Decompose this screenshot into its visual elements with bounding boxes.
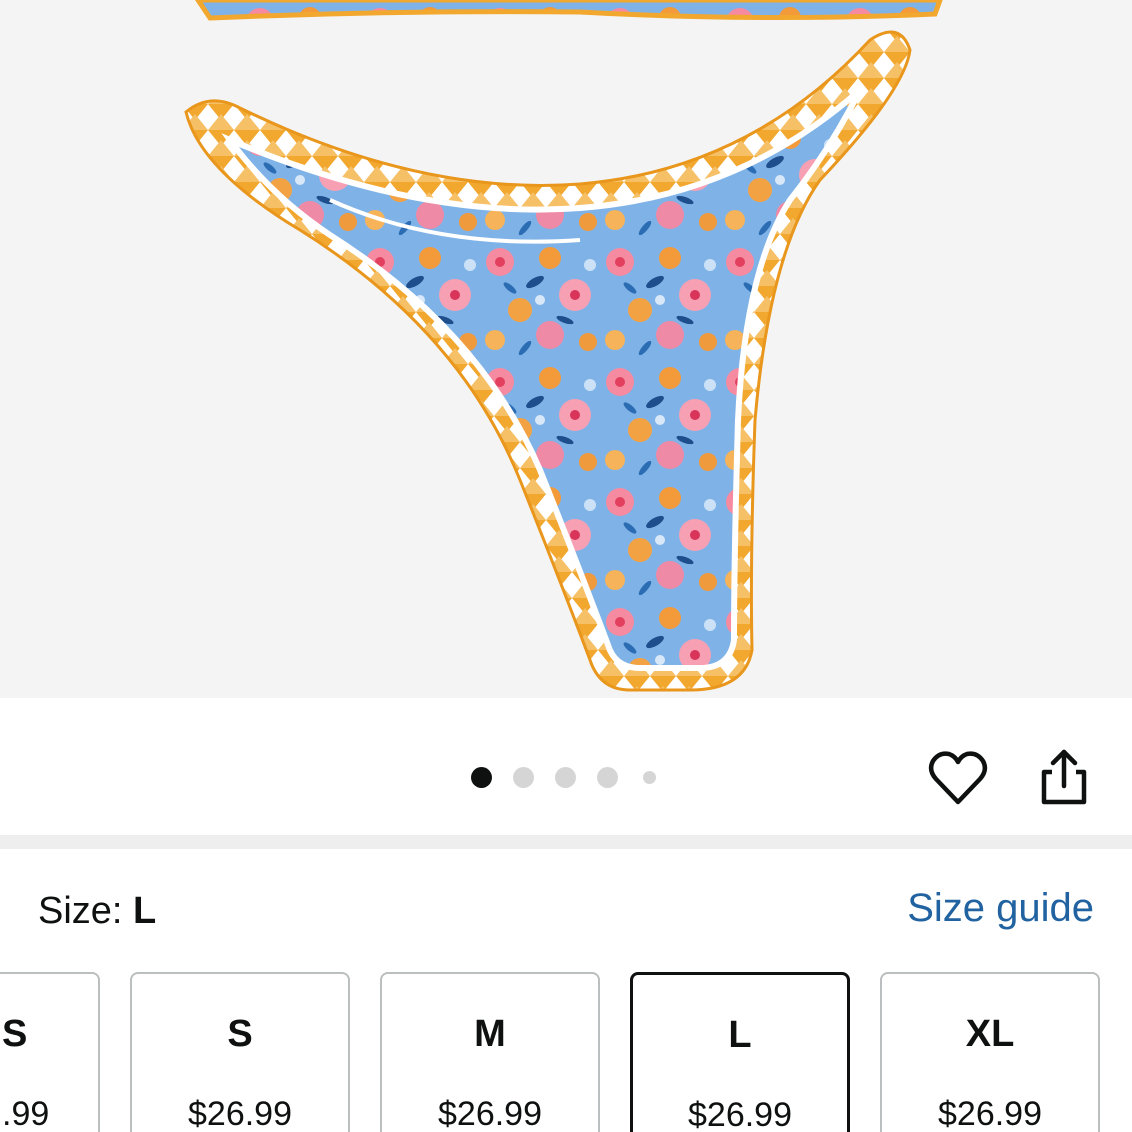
size-guide-link[interactable]: Size guide <box>907 886 1094 930</box>
size-label: Size: L <box>38 889 156 933</box>
size-option-label: M <box>474 1013 506 1055</box>
size-option-price: .99 <box>2 1095 50 1132</box>
bikini-bottom-illustration <box>184 0 943 692</box>
favorite-button[interactable] <box>926 746 990 810</box>
heart-outline-icon <box>928 751 988 805</box>
size-option-label: S <box>227 1013 253 1055</box>
image-actions-bar <box>0 698 1132 835</box>
section-divider <box>0 835 1132 849</box>
share-button[interactable] <box>1032 746 1096 810</box>
size-label-text: Size: <box>38 890 123 932</box>
carousel-dot[interactable] <box>643 771 656 784</box>
size-option-s[interactable]: S $26.99 <box>130 972 350 1132</box>
size-options: S .99 S $26.99 M $26.99 L $26.99 XL $26.… <box>0 970 1132 1132</box>
size-option-xl[interactable]: XL $26.99 <box>880 972 1100 1132</box>
size-option-price: $26.99 <box>438 1095 542 1132</box>
size-option-label: S <box>2 1013 28 1055</box>
size-option-price: $26.99 <box>688 1096 792 1132</box>
size-option-price: $26.99 <box>188 1095 292 1132</box>
carousel-dot[interactable] <box>597 767 618 788</box>
size-option-price: $26.99 <box>938 1095 1042 1132</box>
size-option-l[interactable]: L $26.99 <box>630 972 850 1132</box>
carousel-dot[interactable] <box>513 767 534 788</box>
size-option-label: XL <box>965 1013 1015 1055</box>
size-option-label: L <box>728 1014 752 1056</box>
carousel-dot[interactable] <box>471 767 492 788</box>
size-option-m[interactable]: M $26.99 <box>380 972 600 1132</box>
selected-size-value: L <box>133 890 157 932</box>
size-selector-header: Size: L Size guide <box>0 849 1132 969</box>
carousel-dot[interactable] <box>555 767 576 788</box>
product-image[interactable] <box>0 0 1132 698</box>
size-option-xs[interactable]: S .99 <box>0 972 100 1132</box>
share-icon <box>1041 749 1087 805</box>
